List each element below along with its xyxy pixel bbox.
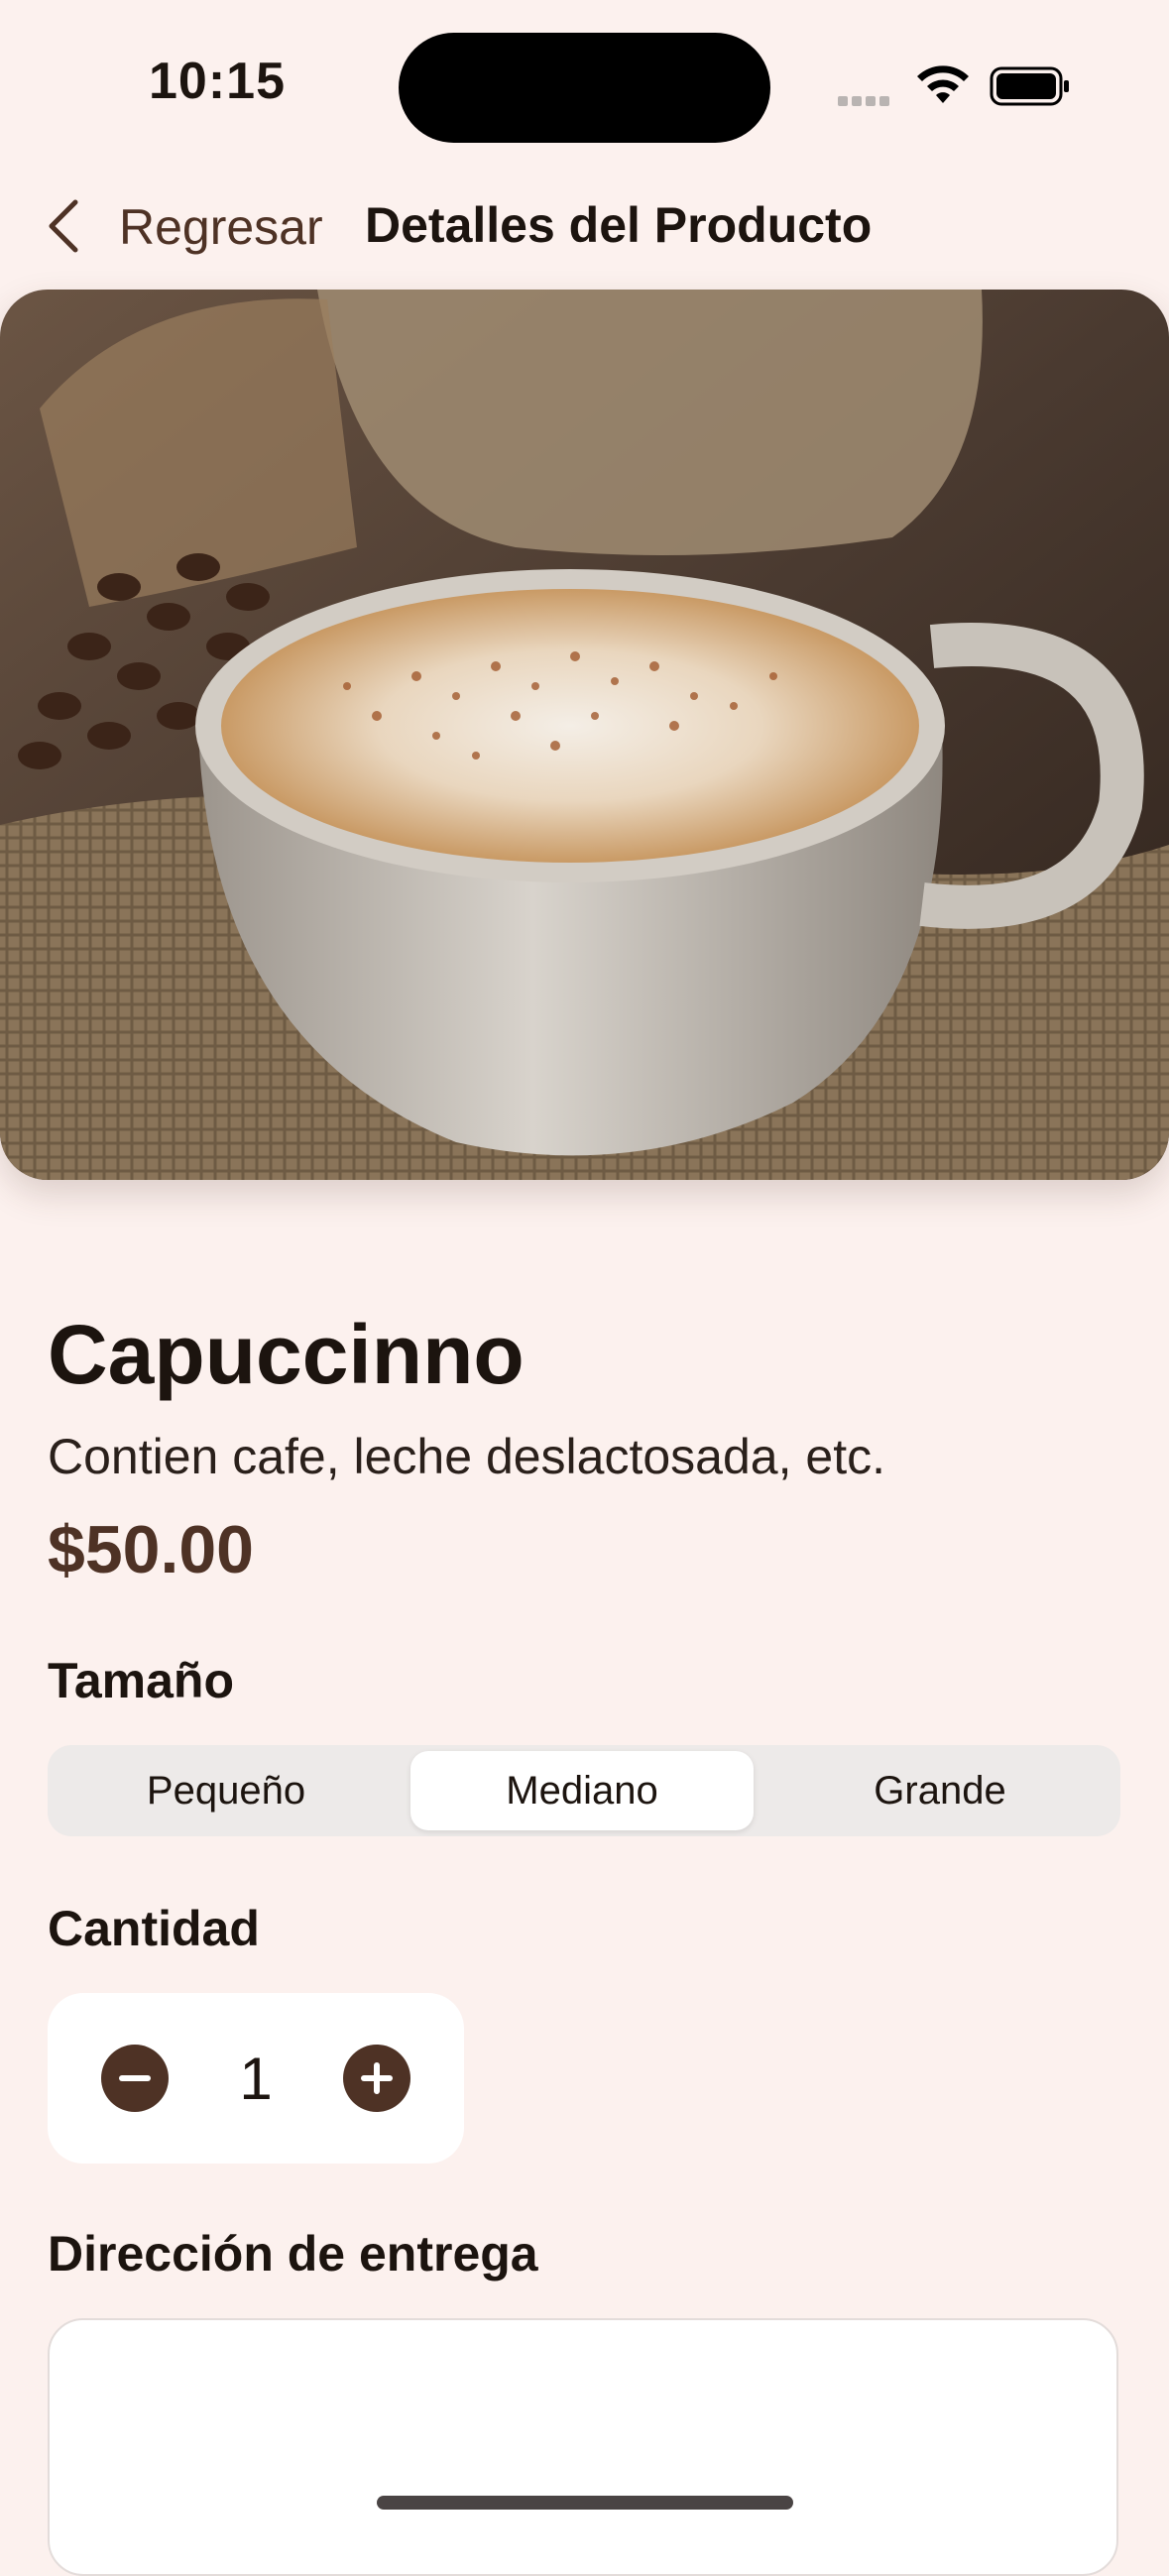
page-title: Detalles del Producto xyxy=(365,197,873,253)
dynamic-island xyxy=(399,33,770,143)
quantity-label: Cantidad xyxy=(48,1901,260,1956)
decrement-button[interactable] xyxy=(101,2045,169,2112)
size-option-large[interactable]: Grande xyxy=(765,1751,1114,1830)
battery-icon xyxy=(990,65,1071,107)
back-button[interactable]: Regresar xyxy=(119,198,323,256)
product-image xyxy=(0,290,1169,1180)
back-chevron-icon[interactable] xyxy=(44,196,83,256)
size-label: Tamaño xyxy=(48,1653,234,1708)
quantity-stepper: 1 xyxy=(48,1993,464,2164)
quantity-value: 1 xyxy=(239,2046,273,2112)
minus-icon xyxy=(119,2075,151,2081)
product-name: Capuccinno xyxy=(48,1308,525,1401)
increment-button[interactable] xyxy=(343,2045,410,2112)
product-price: $50.00 xyxy=(48,1512,254,1587)
cellular-signal-icon xyxy=(838,93,897,106)
plus-icon xyxy=(361,2062,393,2094)
delivery-address-field[interactable] xyxy=(48,2318,1118,2576)
size-segmented-control: Pequeño Mediano Grande xyxy=(48,1745,1120,1836)
delivery-address-label: Dirección de entrega xyxy=(48,2226,538,2282)
size-option-medium[interactable]: Mediano xyxy=(410,1751,754,1830)
product-description: Contien cafe, leche deslactosada, etc. xyxy=(48,1429,885,1484)
status-time: 10:15 xyxy=(149,53,286,110)
wifi-icon xyxy=(914,63,972,107)
home-indicator xyxy=(377,2496,793,2510)
size-option-small[interactable]: Pequeño xyxy=(54,1751,399,1830)
